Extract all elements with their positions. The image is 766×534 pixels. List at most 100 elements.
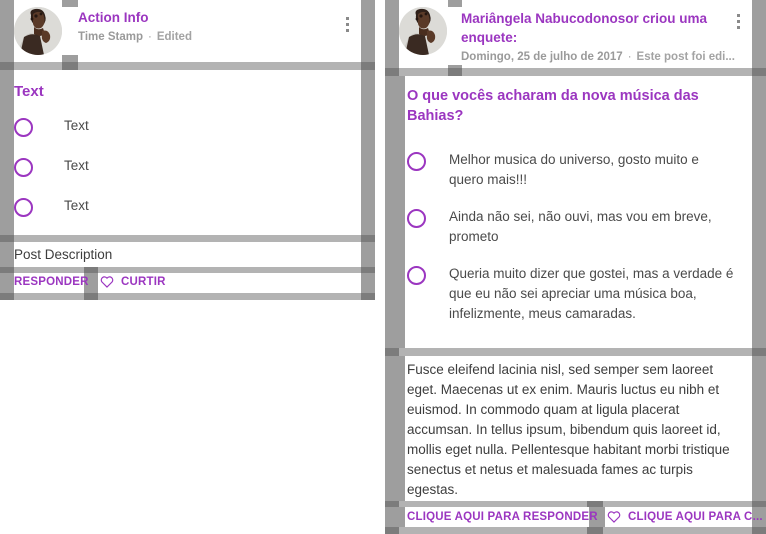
poll-options-list: Text Text Text [14,116,354,236]
divider-cap-left [385,68,399,76]
poll-section-divider [0,235,375,242]
divider-cap-right [752,527,766,534]
description-gutter-right [361,242,375,267]
example-post-header: Mariângela Nabucodonosor criou uma enque… [399,7,749,65]
poll-question: Text [14,83,44,100]
more-options-icon[interactable] [729,7,747,35]
post-description: Fusce eleifend lacinia nisl, sed semper … [407,362,730,497]
reply-button[interactable]: CLIQUE AQUI PARA RESPONDER [407,511,598,523]
header-gutter-right [752,0,766,68]
radio-button-icon[interactable] [14,198,33,217]
meta-separator: · [147,31,152,43]
divider-cap-right [361,235,375,242]
radio-button-icon[interactable] [14,158,33,177]
heart-icon [100,275,114,288]
example-poll-card: O que vocês acharam da nova música das B… [385,76,766,348]
poll-gutter-right [752,76,766,348]
template-poll-card-panel: Action Info Time Stamp · Edited Text Text … [0,0,383,534]
example-header-text: Mariângela Nabucodonosor criou uma enque… [461,7,735,65]
heart-icon [607,510,621,523]
post-author-name[interactable]: Mariângela Nabucodonosor [461,11,639,26]
example-description-card: Fusce eleifend lacinia nisl, sed semper … [385,356,766,501]
template-poll-card: Text Text Text Text [0,70,375,235]
post-description: Post Description [14,247,113,262]
poll-gutter-left [0,70,14,235]
more-dot-1 [736,13,740,17]
poll-question: O que vocês acharam da nova música das B… [407,88,699,124]
radio-button-icon[interactable] [407,266,426,285]
post-meta-row: Domingo, 25 de julho de 2017 · Este post f… [461,49,735,65]
more-dot-2 [345,22,349,26]
post-timestamp: Time Stamp [78,31,143,43]
more-dot-1 [345,16,349,20]
like-button-label: CLIQUE AQUI PARA C... [628,510,763,523]
poll-option-label: Text [64,198,89,213]
reply-button[interactable]: RESPONDER [14,276,89,288]
actionbar-gutter-left [0,273,14,293]
more-dot-3 [736,25,740,29]
card-bottom-divider [0,293,375,300]
template-action-bar-card: RESPONDER CURTIR [0,273,375,293]
post-edited-label: Edited [156,31,192,43]
radio-button-icon[interactable] [407,152,426,171]
description-gutter-left [385,356,405,501]
actionbar-gutter-left [385,507,405,527]
template-header-text: Action Info Time Stamp · Edited [78,7,192,45]
radio-button-icon[interactable] [14,118,33,137]
like-button[interactable]: CLIQUE AQUI PARA C... [607,510,763,523]
poll-option-2[interactable]: Queria muito dizer que gostei, mas a ver… [407,264,742,324]
poll-option-1[interactable]: Ainda não sei, não ouvi, mas vou em brev… [407,207,742,247]
poll-option-label: Text [64,158,89,173]
poll-option-0[interactable]: Melhor musica do universo, gosto muito e… [407,150,742,190]
poll-gutter-right [361,70,375,235]
poll-option-label: Ainda não sei, não ouvi, mas vou em brev… [449,209,712,244]
like-button-label: CURTIR [121,275,166,288]
divider-cap-left [385,527,399,534]
example-poll-card-panel: Mariângela Nabucodonosor criou uma enque… [383,0,766,534]
description-gutter-right [752,356,766,501]
divider-cap-mid [84,293,98,300]
divider-cap-right [752,348,766,356]
post-meta-row: Time Stamp · Edited [78,29,192,45]
template-post-header: Action Info Time Stamp · Edited [14,7,361,55]
poll-option-label: Melhor musica do universo, gosto muito e… [449,152,699,187]
poll-option-1[interactable]: Text [14,156,354,196]
poll-option-2[interactable]: Text [14,196,354,236]
header-gutter-right [361,0,375,62]
user-avatar-photo[interactable] [399,7,447,55]
more-dot-2 [736,19,740,23]
divider-cap-left [0,293,14,300]
action-info-title: Action Info [78,10,149,25]
radio-button-icon[interactable] [407,209,426,228]
poll-option-label: Queria muito dizer que gostei, mas a ver… [449,266,734,321]
divider-cap-mid [448,68,462,76]
divider-cap-right [361,62,375,70]
card-bottom-divider [385,527,766,534]
poll-option-label: Text [64,118,89,133]
post-timestamp: Domingo, 25 de julho de 2017 [461,51,623,63]
divider-cap-left [0,62,14,70]
example-action-bar-card: CLIQUE AQUI PARA RESPONDER CLIQUE AQUI P… [385,507,766,527]
header-section-divider [0,62,375,70]
actionbar-gutter-right [361,273,375,293]
divider-cap-left [0,235,14,242]
poll-option-0[interactable]: Text [14,116,354,156]
template-description-card: Post Description [0,242,375,267]
header-gutter-left [0,0,14,62]
more-dot-3 [345,28,349,32]
like-button[interactable]: CURTIR [100,275,166,288]
divider-cap-left [385,348,399,356]
header-gutter-left [385,0,399,68]
description-gutter-left [0,242,14,267]
poll-section-divider [385,348,766,356]
user-avatar-photo[interactable] [14,7,62,55]
poll-gutter-left [385,76,405,348]
action-info-title: Mariângela Nabucodonosor criou uma enque… [461,9,727,47]
meta-separator: · [627,51,632,63]
divider-cap-right [361,293,375,300]
more-options-icon[interactable] [338,10,356,38]
divider-cap-right [752,68,766,76]
divider-cap-mid [587,527,603,534]
poll-options-list: Melhor musica do universo, gosto muito e… [407,150,742,324]
divider-cap-mid [62,62,78,70]
